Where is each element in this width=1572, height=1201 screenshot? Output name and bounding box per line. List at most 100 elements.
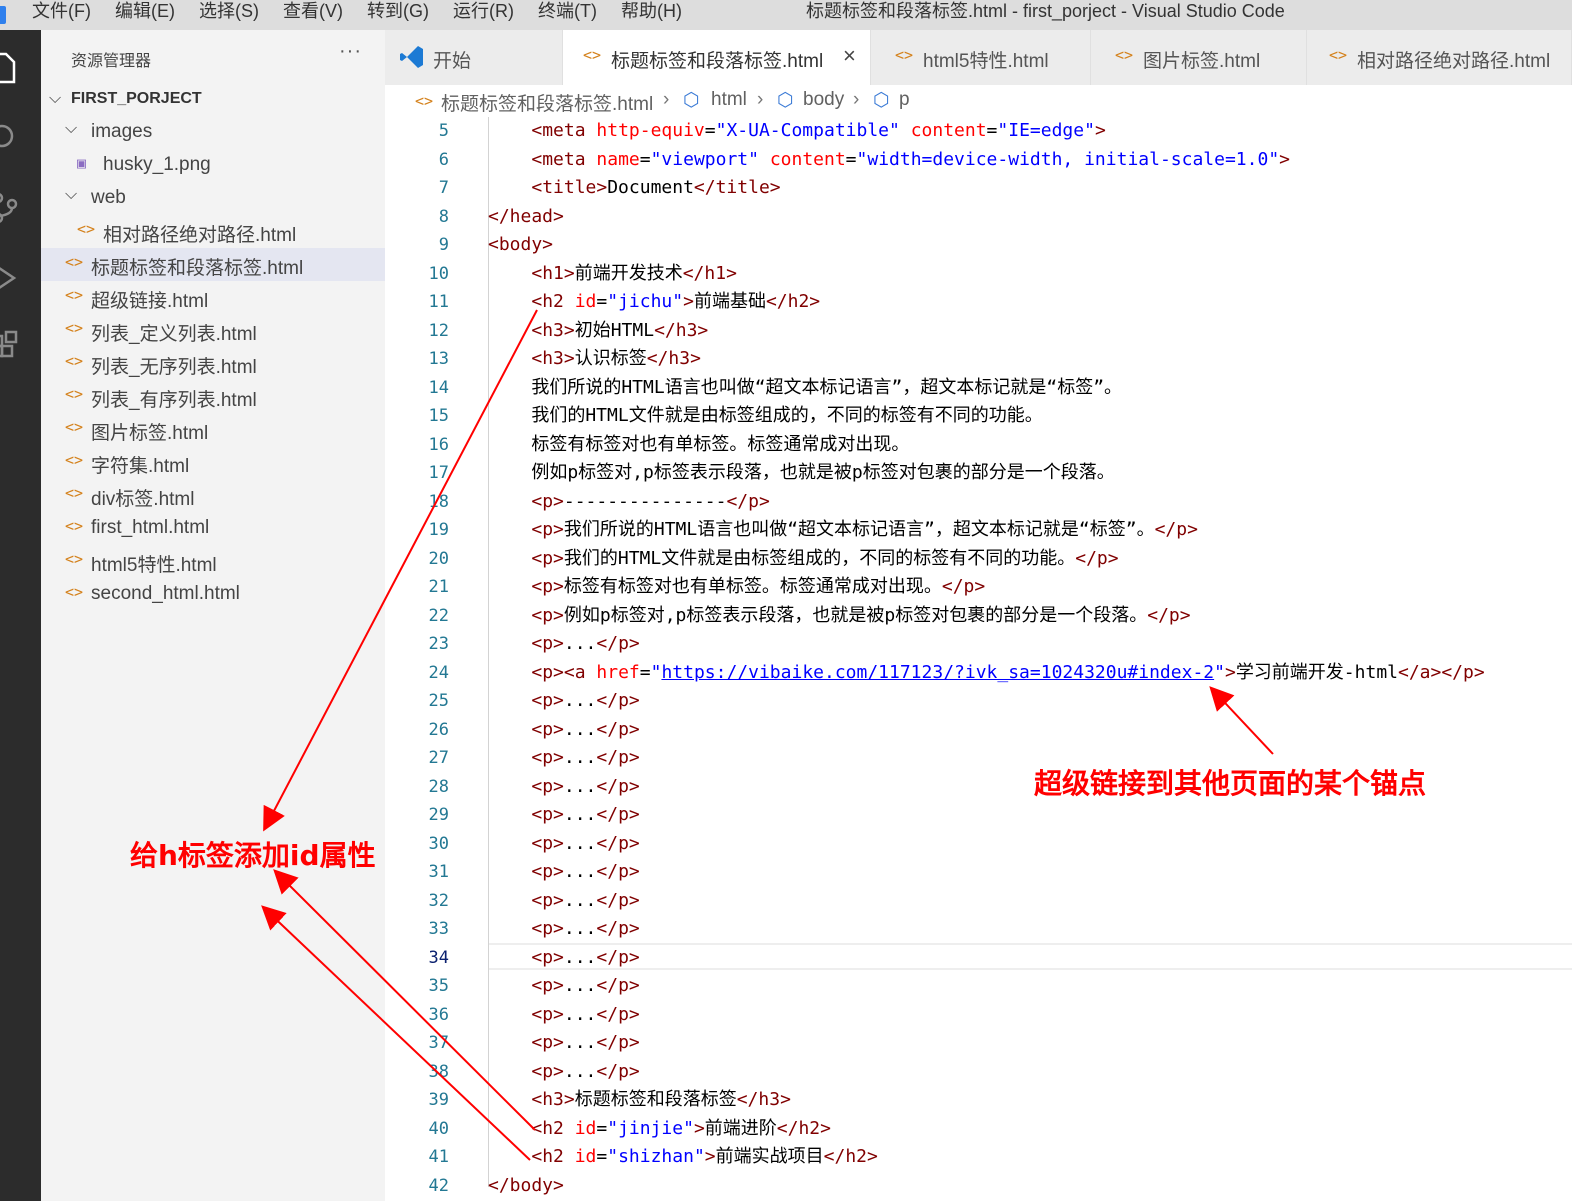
- tree-item[interactable]: <> 相对路径绝对路径.html: [41, 215, 385, 248]
- extensions-icon[interactable]: [0, 324, 41, 368]
- menu-edit[interactable]: 编辑(E): [115, 0, 175, 22]
- line-number: 19: [428, 520, 449, 540]
- code-line[interactable]: <p>...</p>: [488, 1058, 639, 1086]
- code-line[interactable]: <p>...</p>: [488, 972, 639, 1000]
- code-line[interactable]: <p>标签有标签对也有单标签。标签通常成对出现。</p>: [488, 573, 985, 601]
- code-token: ...: [563, 889, 597, 911]
- code-line[interactable]: 标签有标签对也有单标签。标签通常成对出现。: [488, 431, 909, 459]
- code-line[interactable]: <h2 id="shizhan">前端实战项目</h2>: [488, 1143, 878, 1171]
- code-token: content: [769, 148, 846, 170]
- breadcrumb-file[interactable]: 标题标签和段落标签.html: [441, 89, 653, 116]
- code-line[interactable]: <p>...</p>: [488, 744, 639, 772]
- code-line[interactable]: </body>: [488, 1172, 564, 1200]
- html-file-icon: <>: [65, 583, 84, 601]
- code-line[interactable]: <h3>标题标签和段落标签</h3>: [488, 1086, 791, 1114]
- code-line[interactable]: <h3>初始HTML</h3>: [488, 317, 708, 345]
- code-line[interactable]: <meta http-equiv="X-UA-Compatible" conte…: [488, 117, 1105, 145]
- tree-item[interactable]: ⌵ web: [41, 182, 385, 215]
- code-line[interactable]: <p>...</p>: [488, 830, 639, 858]
- code-line[interactable]: <h2 id="jichu">前端基础</h2>: [488, 288, 820, 316]
- code-line[interactable]: <title>Document</title>: [488, 174, 780, 202]
- tree-item[interactable]: ▣ husky_1.png: [41, 149, 385, 182]
- tree-item[interactable]: <> second_html.html: [41, 578, 385, 611]
- code-line[interactable]: 我们所说的HTML语言也叫做“超文本标记语言”，超文本标记就是“标签”。: [488, 374, 1122, 402]
- menu-run[interactable]: 运行(R): [453, 0, 514, 22]
- menu-go[interactable]: 转到(G): [367, 0, 429, 22]
- code-line[interactable]: <p>...</p>: [488, 858, 639, 886]
- tab-image-tags[interactable]: <> 图片标签.html: [1091, 30, 1307, 85]
- line-number: 39: [428, 1090, 449, 1110]
- html-file-icon: <>: [65, 451, 84, 469]
- tree-item[interactable]: <> first_html.html: [41, 512, 385, 545]
- more-actions-icon[interactable]: ···: [339, 40, 362, 63]
- menu-selection[interactable]: 选择(S): [199, 0, 259, 22]
- tree-item[interactable]: <> 图片标签.html: [41, 413, 385, 446]
- code-line[interactable]: <p>...</p>: [488, 773, 639, 801]
- html-file-icon: <>: [895, 46, 914, 64]
- code-line[interactable]: <h3>认识标签</h3>: [488, 345, 701, 373]
- code-line[interactable]: <p><a href="https://vibaike.com/117123/?…: [488, 659, 1484, 687]
- code-line[interactable]: <p>...</p>: [488, 887, 639, 915]
- code-line[interactable]: <p>我们的HTML文件就是由标签组成的，不同的标签有不同的功能。</p>: [488, 545, 1118, 573]
- tree-item[interactable]: ⌵ images: [41, 116, 385, 149]
- tree-item[interactable]: <> 标题标签和段落标签.html: [41, 248, 385, 281]
- breadcrumb-body[interactable]: body: [803, 89, 844, 111]
- tab-welcome[interactable]: 开始: [385, 30, 563, 85]
- code-token: "IE=edge": [997, 120, 1095, 141]
- code-line[interactable]: <p>...</p>: [488, 630, 639, 658]
- breadcrumb-html[interactable]: html: [711, 89, 747, 111]
- tab-current-file[interactable]: <> 标题标签和段落标签.html ×: [563, 30, 871, 85]
- tree-item[interactable]: <> html5特性.html: [41, 545, 385, 578]
- code-token: ...: [563, 975, 597, 996]
- tab-html5-features[interactable]: <> html5特性.html: [871, 30, 1091, 85]
- code-line[interactable]: </head>: [488, 203, 564, 231]
- code-token: </h2>: [823, 1146, 878, 1167]
- code-line[interactable]: <p>...</p>: [488, 687, 639, 715]
- code-line[interactable]: <p>例如p标签对,p标签表示段落，也就是被p标签对包裹的部分是一个段落。</p…: [488, 602, 1190, 630]
- code-line[interactable]: <p>...</p>: [488, 1001, 639, 1029]
- code-token: 例如p标签对,p标签表示段落，也就是被p标签对包裹的部分是一个段落。: [488, 462, 1115, 483]
- code-line[interactable]: <body>: [488, 231, 553, 259]
- code-token: 前端基础: [693, 291, 766, 312]
- tree-item[interactable]: <> 字符集.html: [41, 446, 385, 479]
- project-root-folder[interactable]: ⌵ FIRST_PORJECT: [41, 88, 385, 114]
- tree-item[interactable]: <> 列表_无序列表.html: [41, 347, 385, 380]
- tree-item[interactable]: <> 列表_定义列表.html: [41, 314, 385, 347]
- code-line[interactable]: <p>...</p>: [488, 716, 639, 744]
- code-line[interactable]: <meta name="viewport" content="width=dev…: [488, 146, 1290, 174]
- code-line[interactable]: 我们的HTML文件就是由标签组成的，不同的标签有不同的功能。: [488, 402, 1042, 430]
- code-line[interactable]: <p>...</p>: [488, 801, 639, 829]
- menu-terminal[interactable]: 终端(T): [538, 0, 597, 22]
- code-line[interactable]: <p>...</p>: [488, 944, 639, 972]
- code-link[interactable]: https://vibaike.com/117123/?ivk_sa=10243…: [661, 662, 1214, 683]
- code-line[interactable]: <h1>前端开发技术</h1>: [488, 260, 737, 288]
- code-line[interactable]: 例如p标签对,p标签表示段落，也就是被p标签对包裹的部分是一个段落。: [488, 459, 1115, 487]
- code-token: <p>: [531, 918, 564, 939]
- close-icon[interactable]: ×: [843, 43, 856, 69]
- code-token: id: [574, 1146, 597, 1167]
- search-icon[interactable]: [0, 114, 41, 158]
- element-icon: ⬡: [777, 90, 794, 111]
- menu-help[interactable]: 帮助(H): [621, 0, 682, 22]
- menu-file[interactable]: 文件(F): [32, 0, 91, 22]
- menu-view[interactable]: 查看(V): [283, 0, 343, 22]
- code-line[interactable]: <p>...</p>: [488, 915, 639, 943]
- code-editor[interactable]: 5 6 7 8 9 10 11 12 13 14 15 16 17 18 19 20 21 22 23 24 25 26 2…: [385, 117, 1572, 1201]
- explorer-icon[interactable]: [0, 44, 41, 88]
- tree-item[interactable]: <> 列表_有序列表.html: [41, 380, 385, 413]
- code-line[interactable]: <p>---------------</p>: [488, 488, 769, 516]
- breadcrumb-p[interactable]: p: [899, 89, 910, 111]
- chevron-down-icon: ⌵: [65, 186, 78, 203]
- code-line[interactable]: <h2 id="jinjie">前端进阶</h2>: [488, 1115, 831, 1143]
- tree-item[interactable]: <> div标签.html: [41, 479, 385, 512]
- tree-item[interactable]: <> 超级链接.html: [41, 281, 385, 314]
- code-token: ...: [563, 861, 597, 882]
- image-file-icon: ▣: [77, 154, 87, 172]
- code-line[interactable]: <p>我们所说的HTML语言也叫做“超文本标记语言”，超文本标记就是“标签”。<…: [488, 516, 1198, 544]
- tab-relative-absolute-path[interactable]: <> 相对路径绝对路径.html: [1307, 30, 1572, 85]
- source-control-icon[interactable]: [0, 184, 41, 228]
- code-line[interactable]: <p>...</p>: [488, 1029, 639, 1057]
- run-debug-icon[interactable]: [0, 254, 41, 298]
